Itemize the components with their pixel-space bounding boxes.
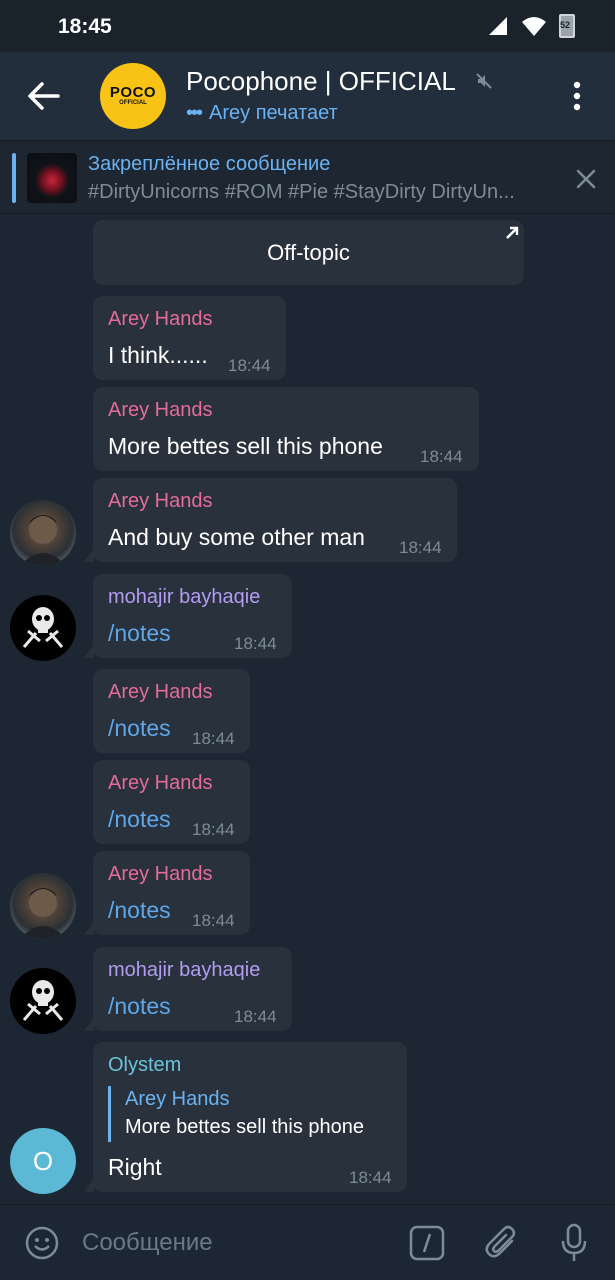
- status-bar: 18:45 52: [0, 0, 615, 52]
- message-bubble[interactable]: Arey Hands /notes 18:44: [84, 851, 250, 935]
- message-time: 18:44: [349, 1168, 392, 1187]
- avatar-photo: [20, 515, 66, 566]
- avatar[interactable]: [10, 595, 76, 661]
- status-time: 18:45: [58, 15, 112, 38]
- typing-text: Arey печатает: [209, 102, 338, 124]
- message-sender[interactable]: Olystem: [108, 1054, 181, 1077]
- message-time: 18:44: [399, 538, 442, 557]
- message-time: 18:44: [192, 729, 235, 748]
- bot-command-link[interactable]: /notes: [108, 715, 171, 742]
- chat-header: POCO OFFICIAL Pocophone | OFFICIAL ••• Ar…: [0, 52, 615, 140]
- avatar-photo: [20, 888, 66, 939]
- bot-command-link[interactable]: /notes: [108, 806, 171, 833]
- typing-indicator: •••: [186, 102, 203, 124]
- message-input-bar: Сообщение: [0, 1204, 615, 1280]
- pinned-message[interactable]: Закреплённое сообщение #DirtyUnicorns #R…: [0, 140, 615, 214]
- avatar-logo: POCO: [109, 84, 157, 101]
- avatar-letter: O: [32, 1145, 54, 1176]
- message-sender[interactable]: mohajir bayhaqie: [108, 586, 260, 609]
- message-input[interactable]: Сообщение: [82, 1229, 213, 1257]
- topic-bubble[interactable]: Off-topic: [93, 220, 524, 285]
- topic-label: Off-topic: [267, 240, 350, 265]
- bot-command-link[interactable]: /notes: [108, 993, 171, 1020]
- message-text: More bettes sell this phone: [108, 433, 383, 459]
- message-bubble[interactable]: Arey Hands I think...... 18:44: [93, 296, 286, 380]
- message-text: I think......: [108, 342, 208, 368]
- message-sender[interactable]: Arey Hands: [108, 399, 213, 422]
- pinned-text: #DirtyUnicorns #ROM #Pie #StayDirty Dirt…: [88, 181, 515, 203]
- message-sender[interactable]: mohajir bayhaqie: [108, 959, 260, 982]
- message-bubble[interactable]: Olystem Arey Hands More bettes sell this…: [84, 1042, 407, 1192]
- message-bubble[interactable]: Arey Hands /notes 18:44: [93, 669, 250, 753]
- chat-title[interactable]: Pocophone | OFFICIAL: [186, 66, 456, 97]
- wifi-icon: [522, 17, 546, 36]
- avatar-logo-sub: OFFICIAL: [119, 100, 147, 106]
- message-time: 18:44: [192, 911, 235, 930]
- avatar[interactable]: [10, 500, 76, 566]
- attach-icon[interactable]: [484, 1223, 520, 1263]
- message-text: And buy some other man: [108, 524, 365, 550]
- message-sender[interactable]: Arey Hands: [108, 308, 213, 331]
- message-bubble[interactable]: Arey Hands /notes 18:44: [93, 760, 250, 844]
- message-time: 18:44: [228, 356, 271, 375]
- chat-status: ••• Arey печатает: [186, 102, 338, 125]
- message-bubble[interactable]: mohajir bayhaqie /notes 18:44: [84, 574, 292, 658]
- message-bubble[interactable]: mohajir bayhaqie /notes 18:44: [84, 947, 292, 1031]
- reply-sender: Arey Hands: [125, 1088, 230, 1110]
- back-arrow-icon[interactable]: [24, 78, 64, 114]
- close-icon[interactable]: [574, 167, 598, 191]
- bot-command-icon[interactable]: [409, 1225, 445, 1261]
- bot-command-link[interactable]: /notes: [108, 620, 171, 647]
- skull-avatar-image: [22, 607, 64, 648]
- message-sender[interactable]: Arey Hands: [108, 863, 213, 886]
- signal-icon: [489, 17, 507, 35]
- message-text: Right: [108, 1154, 162, 1180]
- skull-avatar-image: [22, 980, 64, 1021]
- more-vert-icon[interactable]: [568, 80, 586, 112]
- avatar[interactable]: [10, 968, 76, 1034]
- message-bubble[interactable]: Arey Hands More bettes sell this phone 1…: [93, 387, 479, 471]
- message-sender[interactable]: Arey Hands: [108, 772, 213, 795]
- battery-icon: 52: [559, 14, 575, 38]
- message-time: 18:44: [234, 1007, 277, 1026]
- message-time: 18:44: [192, 820, 235, 839]
- message-time: 18:44: [234, 634, 277, 653]
- message-sender[interactable]: Arey Hands: [108, 681, 213, 704]
- message-sender[interactable]: Arey Hands: [108, 490, 213, 513]
- bot-command-link[interactable]: /notes: [108, 897, 171, 924]
- avatar[interactable]: [10, 873, 76, 939]
- reply-text: More bettes sell this phone: [125, 1116, 365, 1138]
- open-topic-icon[interactable]: [505, 226, 519, 240]
- message-time: 18:44: [420, 447, 463, 466]
- pinned-title: Закреплённое сообщение: [88, 153, 331, 175]
- message-bubble[interactable]: Arey Hands And buy some other man 18:44: [84, 478, 457, 562]
- avatar[interactable]: O: [10, 1128, 76, 1194]
- battery-level: 52: [560, 20, 571, 30]
- pinned-accent-bar: [12, 153, 16, 203]
- reply-preview[interactable]: Arey Hands More bettes sell this phone: [108, 1086, 364, 1142]
- emoji-icon[interactable]: [24, 1225, 60, 1261]
- chat-avatar[interactable]: POCO OFFICIAL: [100, 63, 166, 129]
- pinned-thumbnail: [27, 153, 77, 203]
- mic-icon[interactable]: [560, 1223, 588, 1263]
- mute-icon: [476, 73, 492, 89]
